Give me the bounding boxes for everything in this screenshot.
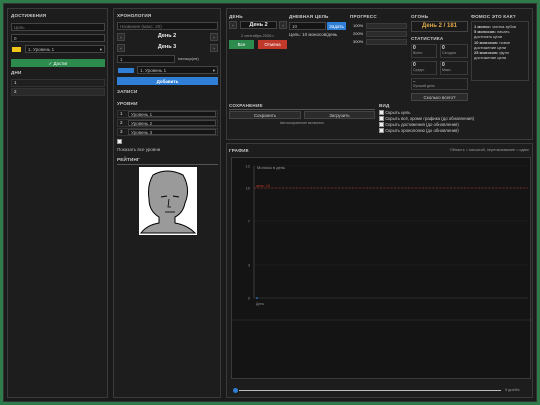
stat-cell: 0 Сегодня <box>440 44 468 58</box>
prev-day-b-button[interactable]: ‹ <box>117 44 125 52</box>
view-title: ВИД <box>379 103 390 108</box>
prev-day-button[interactable]: ‹ <box>229 21 237 29</box>
level-color-swatch[interactable] <box>12 47 21 52</box>
how-many-button[interactable]: Сколько всего? <box>411 93 468 101</box>
stat-cell: 0 Макс. <box>440 61 468 75</box>
y-tick-label: 10 <box>246 186 251 191</box>
graph-area[interactable]: 0 3 7 10 12 Моносы в день цель: 10 День <box>231 157 532 380</box>
progress-bar <box>366 39 407 45</box>
fire-title: ОГОНЬ <box>411 14 429 19</box>
entry-name-input[interactable]: Название (макс. 20) <box>117 22 218 30</box>
stat-cell: 0 Всего <box>411 44 437 58</box>
show-all-levels-checkbox[interactable] <box>117 139 122 144</box>
dashboard-panel: ДЕНЬ ‹ День 2 › 2 сентября 2026 г. Все О… <box>226 8 533 140</box>
day-a-label: День 2 <box>157 33 177 39</box>
level-row[interactable]: 3 Уровень 3 <box>117 128 218 136</box>
day-item[interactable]: 2 <box>11 88 105 96</box>
line-chart[interactable]: 0 3 7 10 12 Моносы в день цель: 10 День <box>232 158 532 380</box>
daily-goal-title: ДНЕВНАЯ ЦЕЛЬ <box>289 14 329 19</box>
checkbox[interactable] <box>379 128 384 134</box>
add-record-button[interactable]: Добавить <box>117 77 218 85</box>
levels-title: УРОВНИ <box>117 101 138 106</box>
day-item[interactable]: 1 <box>11 79 105 87</box>
best-day-cell: – Лучший день <box>411 78 468 90</box>
day-title: ДЕНЬ <box>229 14 243 19</box>
y-tick-label: 3 <box>248 263 251 268</box>
load-button[interactable]: Загрузить <box>304 111 375 119</box>
faq-item: 10 моносов: новое достижение цели <box>474 39 511 50</box>
data-point <box>256 297 258 299</box>
level-row[interactable]: 2 Уровень 2 <box>117 119 218 127</box>
fire-streak-value: День 2 / 181 <box>411 21 468 32</box>
cancel-button[interactable]: Отмена <box>258 40 287 49</box>
stat-cell: 0 Средн. <box>411 61 437 75</box>
checkbox[interactable] <box>379 110 384 116</box>
chronology-title: ХРОНОЛОГИЯ <box>117 13 152 18</box>
daily-goal-input[interactable]: 10 <box>289 22 326 30</box>
level-row[interactable]: 1 Уровень 1 <box>117 110 218 118</box>
progress-label: 100% <box>353 23 364 28</box>
current-day-label: День 2 <box>240 21 277 29</box>
set-goal-button[interactable]: Задать <box>327 22 346 30</box>
days-title: ДНИ <box>11 70 22 75</box>
faq-item: 25 моносов: фулл достижение цели <box>474 50 510 61</box>
graph-hint: Область = масштаб, перетаскивание = сдви… <box>449 148 529 152</box>
slider-label: 5 дней/с <box>505 388 520 392</box>
show-all-levels-label: Показать все уровни <box>117 147 161 152</box>
goal-input[interactable]: Цель <box>11 23 105 31</box>
progress-label: 300% <box>353 39 364 44</box>
faq-item: 5 моносов: начать достигать цели <box>474 29 510 40</box>
y-tick-label: 7 <box>248 219 251 224</box>
slider-handle[interactable] <box>233 388 238 393</box>
add-achievement-button[interactable]: ✓ Достиг <box>11 59 105 67</box>
level-select[interactable]: 1. Уровень 1 ▾ <box>25 45 105 53</box>
daily-goal-info: Цель: 10 моносов/день <box>289 32 338 37</box>
months-input[interactable]: 1 <box>117 55 175 63</box>
all-button[interactable]: Все <box>229 40 254 49</box>
achievements-title: ДОСТИЖЕНИЯ <box>11 13 47 18</box>
records-title: ЗАПИСИ <box>117 89 138 94</box>
y-tick-label: 12 <box>246 164 251 169</box>
checkbox[interactable] <box>379 116 384 122</box>
graph-panel: ГРАФИК Область = масштаб, перетаскивание… <box>226 143 533 398</box>
next-day-b-button[interactable]: › <box>210 44 218 52</box>
level-color-swatch[interactable] <box>118 68 134 73</box>
view-option[interactable]: Скрыть хронологию (до обновления) <box>379 128 474 134</box>
day-b-label: День 3 <box>157 44 177 50</box>
progress-title: ПРОГРЕСС <box>350 14 377 19</box>
day-date: 2 сентября 2026 г. <box>241 33 275 38</box>
next-day-a-button[interactable]: › <box>210 33 218 41</box>
chevron-down-icon: ▾ <box>212 68 215 73</box>
faq-title: ФОМОС ЭТО КАК? <box>471 14 516 19</box>
chronology-panel: ХРОНОЛОГИЯ Название (макс. 20) ‹ День 2 … <box>113 8 221 398</box>
checkbox[interactable] <box>379 122 384 128</box>
save-button[interactable]: Сохранить <box>229 111 301 119</box>
count-input[interactable]: 0 <box>11 34 105 42</box>
goal-line-label: цель: 10 <box>256 184 270 188</box>
months-label: месяца(ев) <box>178 56 199 61</box>
progress-bar <box>366 31 407 37</box>
progress-bar <box>366 23 407 29</box>
next-day-button[interactable]: › <box>279 21 287 29</box>
saving-title: СОХРАНЕНИЕ <box>229 103 263 108</box>
y-tick-label: 0 <box>248 296 251 301</box>
autosave-note: Автосохранение включено <box>279 121 325 125</box>
view-options: Скрыть цель Скрыть всё, кроме графика (д… <box>379 110 474 134</box>
y-axis-label: Моносы в день <box>257 165 285 170</box>
achievements-panel: ДОСТИЖЕНИЯ Цель 0 1. Уровень 1 ▾ ✓ Дости… <box>7 8 108 398</box>
chevron-down-icon: ▾ <box>99 47 102 52</box>
prev-day-a-button[interactable]: ‹ <box>117 33 125 41</box>
rating-title: РЕЙТИНГ <box>117 157 140 162</box>
rating-avatar-image <box>139 167 197 235</box>
graph-title: ГРАФИК <box>229 148 249 153</box>
zoom-slider-track[interactable] <box>239 390 501 391</box>
chronology-level-select[interactable]: 1. Уровень 1 ▾ <box>137 66 218 74</box>
stats-title: СТАТИСТИКА <box>411 36 444 41</box>
progress-label: 200% <box>353 31 364 36</box>
faq-box: 1 монос: чистка зубов 5 моносов: начать … <box>471 21 529 81</box>
x-tick-label: День <box>256 302 264 306</box>
